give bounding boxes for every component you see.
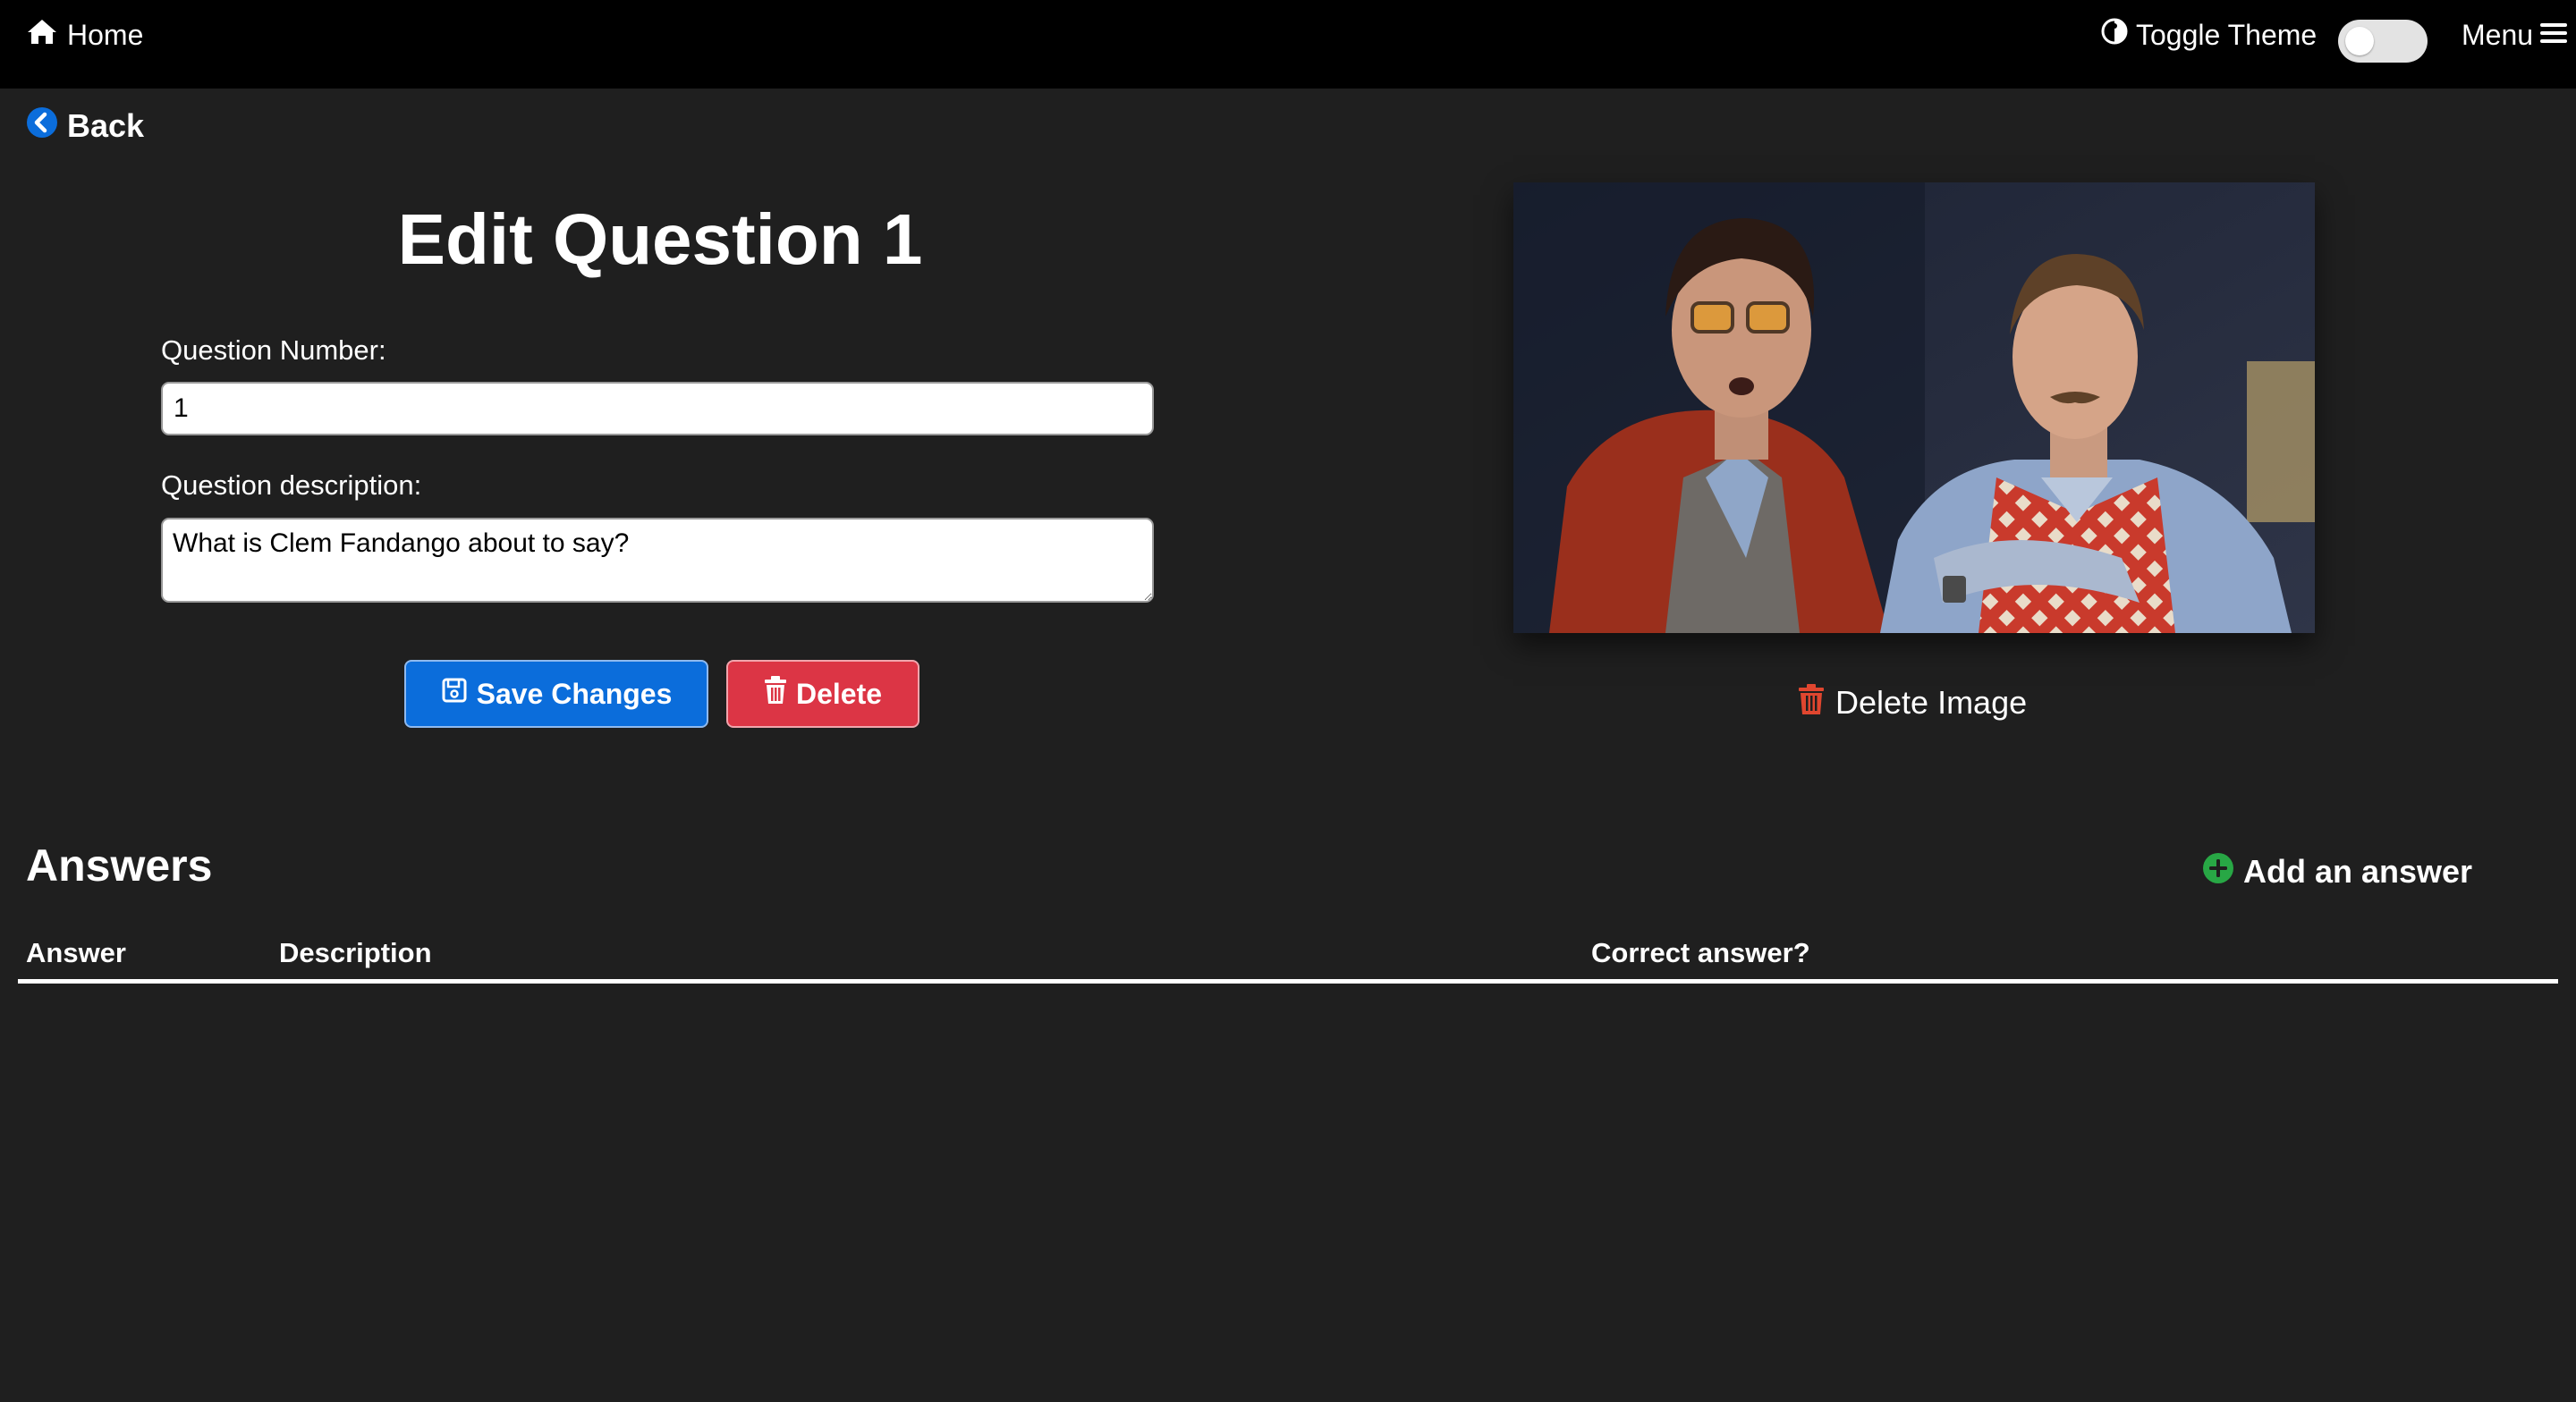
answers-table-header: Answer Description Correct answer? — [18, 930, 2558, 984]
question-number-label: Question Number: — [161, 334, 386, 366]
question-description-label: Question description: — [161, 469, 422, 501]
toggle-theme-link[interactable]: Toggle Theme — [2100, 14, 2317, 55]
home-link[interactable]: Home — [26, 14, 143, 55]
question-description-textarea[interactable]: What is Clem Fandango about to say? — [161, 518, 1154, 603]
trash-icon — [764, 676, 796, 712]
back-label: Back — [67, 107, 145, 144]
delete-label: Delete — [795, 677, 883, 710]
toggle-theme-label: Toggle Theme — [2136, 18, 2318, 51]
add-answer-label: Add an answer — [2243, 853, 2473, 890]
floppy-disk-icon — [441, 677, 477, 711]
add-answer-button[interactable]: Add an answer — [2202, 849, 2472, 894]
question-image — [1513, 182, 2315, 633]
home-icon — [26, 17, 67, 53]
save-changes-label: Save Changes — [476, 677, 673, 710]
column-header-correct-answer[interactable]: Correct answer? — [1591, 937, 1810, 969]
half-circle-icon — [2100, 17, 2136, 53]
hamburger-icon — [2533, 19, 2568, 52]
menu-button[interactable]: Menu — [2462, 14, 2568, 55]
top-navbar: Home Toggle Theme Menu — [0, 0, 2576, 89]
trash-icon — [1798, 683, 1835, 723]
plus-circle-icon — [2202, 852, 2243, 892]
home-label: Home — [67, 18, 144, 51]
switch-knob — [2345, 27, 2374, 55]
page-title: Edit Question 1 — [397, 199, 923, 279]
column-header-description[interactable]: Description — [279, 937, 432, 969]
column-header-answer[interactable]: Answer — [26, 937, 126, 969]
delete-image-label: Delete Image — [1835, 684, 2028, 721]
question-number-input[interactable] — [161, 382, 1154, 435]
menu-label: Menu — [2462, 18, 2534, 51]
chevron-left-circle-icon — [26, 106, 67, 147]
delete-question-button[interactable]: Delete — [726, 660, 919, 728]
back-link[interactable]: Back — [26, 105, 144, 148]
save-changes-button[interactable]: Save Changes — [404, 660, 708, 728]
delete-image-button[interactable]: Delete Image — [1798, 681, 2027, 724]
answers-heading: Answers — [26, 840, 213, 891]
theme-toggle-switch[interactable] — [2338, 20, 2428, 63]
